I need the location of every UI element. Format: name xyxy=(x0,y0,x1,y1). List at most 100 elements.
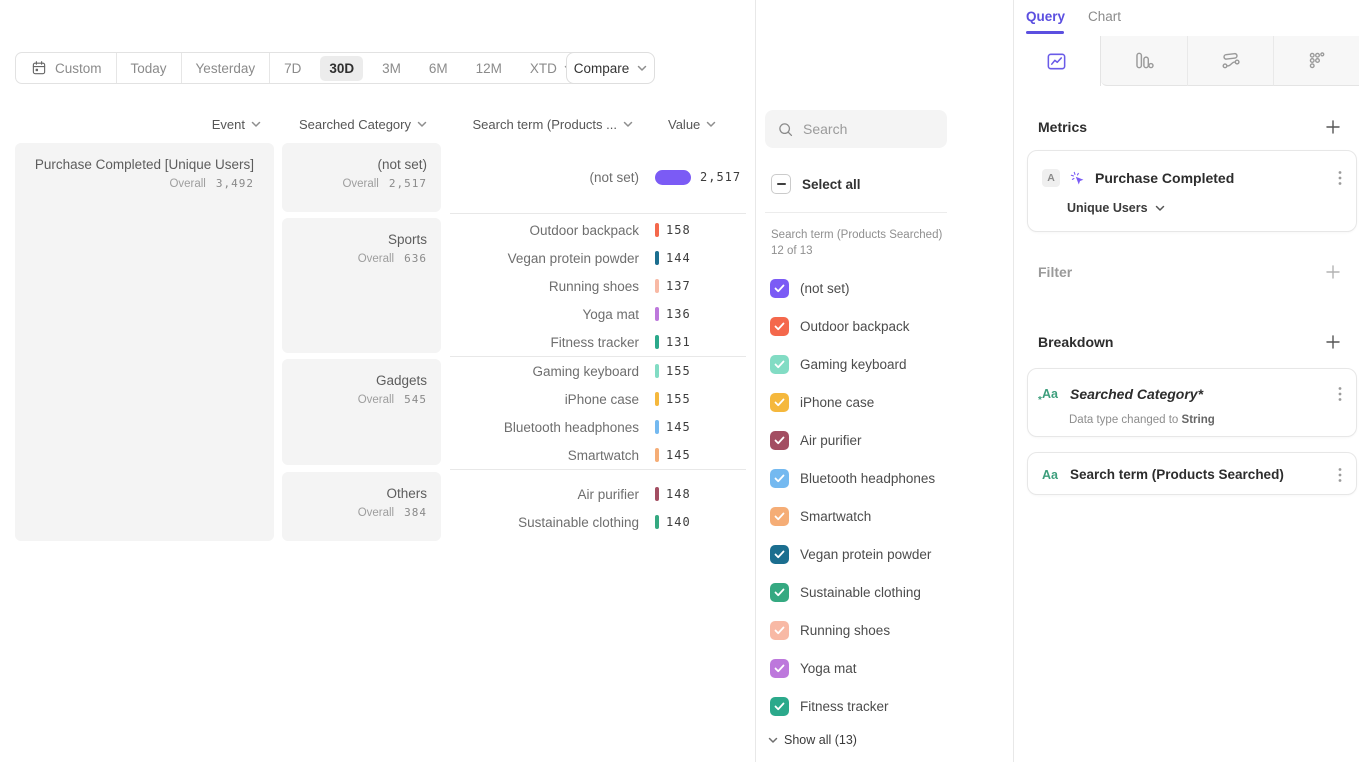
aggregation-select[interactable]: Unique Users xyxy=(1067,201,1356,215)
date-range-12m[interactable]: 12M xyxy=(462,53,516,83)
property-type-icon: Aa* xyxy=(1042,387,1058,401)
table-row[interactable]: (not set) 2,517 xyxy=(450,163,746,191)
add-filter-button[interactable] xyxy=(1325,264,1341,280)
table-row[interactable]: Bluetooth headphones 145 xyxy=(450,413,746,441)
date-range-custom[interactable]: Custom xyxy=(16,53,116,83)
legend-panel: Select all Search term (Products Searche… xyxy=(755,0,1013,762)
date-range-label: 6M xyxy=(429,61,448,76)
checked-checkbox[interactable] xyxy=(770,659,789,678)
date-range-today[interactable]: Today xyxy=(117,53,181,83)
legend-item[interactable]: (not set) xyxy=(770,279,850,298)
show-all-label: Show all (13) xyxy=(784,733,857,747)
breakdown-card[interactable]: Aa Search term (Products Searched) xyxy=(1027,452,1357,495)
legend-item[interactable]: Gaming keyboard xyxy=(770,355,907,374)
divider xyxy=(450,213,746,214)
column-header-value[interactable]: Value xyxy=(668,117,732,132)
date-range-7d[interactable]: 7D xyxy=(270,53,315,83)
date-range-label: Today xyxy=(131,61,167,76)
chevron-down-icon xyxy=(251,121,261,128)
tab-chart[interactable]: Chart xyxy=(1088,9,1121,24)
app-root: CustomTodayYesterday7D30D3M6M12MXTD Comp… xyxy=(0,0,1359,762)
metric-name[interactable]: Purchase Completed xyxy=(1095,170,1234,186)
category-card[interactable]: Gadgets Overall 545 xyxy=(282,359,441,465)
date-range-6m[interactable]: 6M xyxy=(415,53,462,83)
checked-checkbox[interactable] xyxy=(770,431,789,450)
checked-checkbox[interactable] xyxy=(770,583,789,602)
search-term-label: Bluetooth headphones xyxy=(450,420,639,435)
legend-item[interactable]: Fitness tracker xyxy=(770,697,889,716)
category-card[interactable]: Sports Overall 636 xyxy=(282,218,441,353)
legend-item[interactable]: Smartwatch xyxy=(770,507,871,526)
report-tab-retention[interactable] xyxy=(1274,36,1359,86)
legend-item[interactable]: Running shoes xyxy=(770,621,890,640)
table-row[interactable]: Gaming keyboard 155 xyxy=(450,357,746,385)
legend-item-label: Air purifier xyxy=(800,433,862,448)
checked-checkbox[interactable] xyxy=(770,545,789,564)
show-all-button[interactable]: Show all (13) xyxy=(768,733,857,747)
table-row[interactable]: Yoga mat 136 xyxy=(450,300,746,328)
table-row[interactable]: Running shoes 137 xyxy=(450,272,746,300)
search-term-label: iPhone case xyxy=(450,392,639,407)
category-name: Others xyxy=(282,472,441,501)
value-text: 144 xyxy=(666,251,691,265)
checked-checkbox[interactable] xyxy=(770,393,789,412)
divider xyxy=(450,356,746,357)
report-tab-insights[interactable] xyxy=(1014,36,1101,86)
add-breakdown-button[interactable] xyxy=(1325,334,1341,350)
date-range-30d[interactable]: 30D xyxy=(315,53,368,83)
query-panel: Query Chart Metrics A Purchase Completed… xyxy=(1013,0,1359,762)
search-input[interactable] xyxy=(803,121,933,137)
date-range-3m[interactable]: 3M xyxy=(368,53,415,83)
column-header-event[interactable]: Event xyxy=(15,117,261,132)
breakdown-property-name[interactable]: Search term (Products Searched) xyxy=(1070,467,1284,482)
checked-checkbox[interactable] xyxy=(770,697,789,716)
breakdown-property-name[interactable]: Searched Category* xyxy=(1070,386,1203,402)
checked-checkbox[interactable] xyxy=(770,317,789,336)
overall-value: 384 xyxy=(404,506,427,519)
kebab-menu-icon[interactable] xyxy=(1338,467,1342,483)
table-row[interactable]: Air purifier 148 xyxy=(450,480,746,508)
checked-checkbox[interactable] xyxy=(770,621,789,640)
category-card[interactable]: Others Overall 384 xyxy=(282,472,441,541)
checked-checkbox[interactable] xyxy=(770,279,789,298)
report-tab-funnels[interactable] xyxy=(1101,36,1188,86)
tab-query[interactable]: Query xyxy=(1026,9,1065,24)
table-row[interactable]: iPhone case 155 xyxy=(450,385,746,413)
chevron-down-icon xyxy=(1155,205,1165,212)
column-header-search-term[interactable]: Search term (Products ... xyxy=(450,117,633,132)
legend-search[interactable] xyxy=(765,110,947,148)
legend-item[interactable]: Sustainable clothing xyxy=(770,583,921,602)
table-row[interactable]: Vegan protein powder 144 xyxy=(450,244,746,272)
table-row[interactable]: Smartwatch 145 xyxy=(450,441,746,469)
legend-item-label: Sustainable clothing xyxy=(800,585,921,600)
legend-item-label: Smartwatch xyxy=(800,509,871,524)
legend-item-label: Gaming keyboard xyxy=(800,357,907,372)
select-all[interactable]: Select all xyxy=(771,174,861,194)
table-row[interactable]: Sustainable clothing 140 xyxy=(450,508,746,536)
report-tab-flows[interactable] xyxy=(1188,36,1275,86)
checked-checkbox[interactable] xyxy=(770,469,789,488)
legend-item[interactable]: Bluetooth headphones xyxy=(770,469,935,488)
checked-checkbox[interactable] xyxy=(770,507,789,526)
legend-item-label: (not set) xyxy=(800,281,850,296)
indeterminate-checkbox[interactable] xyxy=(771,174,791,194)
metric-card[interactable]: A Purchase Completed Unique Users xyxy=(1027,150,1357,232)
kebab-menu-icon[interactable] xyxy=(1338,170,1342,186)
legend-item[interactable]: Air purifier xyxy=(770,431,862,450)
add-metric-button[interactable] xyxy=(1325,119,1341,135)
legend-item[interactable]: Outdoor backpack xyxy=(770,317,910,336)
compare-button[interactable]: Compare xyxy=(566,52,655,84)
legend-item[interactable]: Vegan protein powder xyxy=(770,545,931,564)
kebab-menu-icon[interactable] xyxy=(1338,386,1342,402)
event-card[interactable]: Purchase Completed [Unique Users] Overal… xyxy=(15,143,274,541)
legend-item[interactable]: Yoga mat xyxy=(770,659,857,678)
legend-item[interactable]: iPhone case xyxy=(770,393,874,412)
date-range-yesterday[interactable]: Yesterday xyxy=(182,53,270,83)
legend-item-label: Running shoes xyxy=(800,623,890,638)
category-card[interactable]: (not set) Overall 2,517 xyxy=(282,143,441,212)
checked-checkbox[interactable] xyxy=(770,355,789,374)
table-row[interactable]: Fitness tracker 131 xyxy=(450,328,746,356)
table-row[interactable]: Outdoor backpack 158 xyxy=(450,216,746,244)
breakdown-card[interactable]: Aa* Searched Category* Data type changed… xyxy=(1027,368,1357,437)
column-header-searched-category[interactable]: Searched Category xyxy=(282,117,427,132)
